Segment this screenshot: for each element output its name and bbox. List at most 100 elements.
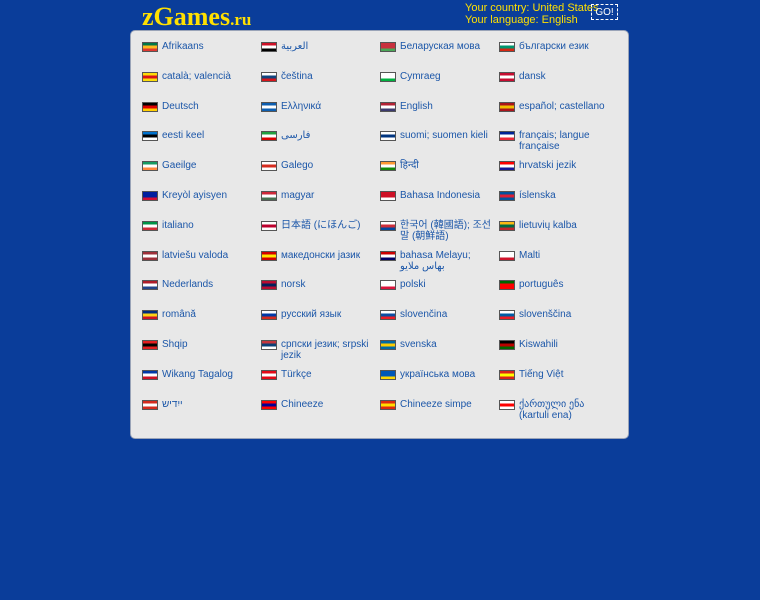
language-link[interactable]: Malti [499, 250, 615, 261]
language-label: Wikang Tagalog [162, 369, 233, 380]
language-link[interactable]: Afrikaans [142, 41, 258, 52]
logo-domain: .ru [230, 10, 252, 29]
language-link[interactable]: Wikang Tagalog [142, 369, 258, 380]
language-link[interactable]: lietuvių kalba [499, 220, 615, 231]
language-link[interactable]: norsk [261, 279, 377, 290]
flag-icon [380, 400, 396, 410]
flag-icon [261, 280, 277, 290]
language-label: Ελληνικά [281, 101, 322, 112]
language-link[interactable]: eesti keel [142, 130, 258, 141]
language-link[interactable]: Ελληνικά [261, 101, 377, 112]
flag-icon [261, 131, 277, 141]
language-label: norsk [281, 279, 306, 290]
language-line: Your language: English [465, 14, 578, 26]
flag-icon [380, 280, 396, 290]
language-link[interactable]: български език [499, 41, 615, 52]
language-link[interactable]: ייִדיש [142, 399, 258, 410]
flag-icon [142, 102, 158, 112]
language-label: हिन्दी [400, 160, 419, 171]
language-label: hrvatski jezik [519, 160, 577, 171]
language-link[interactable]: català; valencià [142, 71, 258, 82]
language-link[interactable]: slovenčina [380, 309, 496, 320]
language-label: català; valencià [162, 71, 231, 82]
language-link[interactable]: português [499, 279, 615, 290]
language-link[interactable]: فارسی [261, 130, 377, 141]
language-link[interactable]: Bahasa Indonesia [380, 190, 496, 201]
language-link[interactable]: español; castellano [499, 101, 615, 112]
language-label: svenska [400, 339, 437, 350]
flag-icon [499, 72, 515, 82]
language-link[interactable]: српски језик; srpski jezik [261, 339, 377, 361]
flag-icon [499, 370, 515, 380]
flag-icon [499, 102, 515, 112]
language-link[interactable]: íslenska [499, 190, 615, 201]
language-link[interactable]: Kreyòl ayisyen [142, 190, 258, 201]
flag-icon [261, 102, 277, 112]
language-link[interactable]: Tiếng Việt [499, 369, 615, 380]
language-link[interactable]: العربية [261, 41, 377, 52]
language-link[interactable]: Nederlands [142, 279, 258, 290]
language-link[interactable]: Cymraeg [380, 71, 496, 82]
language-link[interactable]: 한국어 (韓國語); 조선말 (朝鮮語) [380, 220, 496, 242]
flag-icon [380, 191, 396, 201]
flag-icon [499, 161, 515, 171]
language-label: Chineeze [281, 399, 324, 410]
language-link[interactable]: Chineeze simpe [380, 399, 496, 410]
language-link[interactable]: slovenščina [499, 309, 615, 320]
language-link[interactable]: Deutsch [142, 101, 258, 112]
language-link[interactable]: Türkçe [261, 369, 377, 380]
flag-icon [499, 42, 515, 52]
locale-info: Your country: United States Your languag… [465, 2, 599, 26]
flag-icon [380, 310, 396, 320]
language-label: română [162, 309, 196, 320]
language-link[interactable]: Gaeilge [142, 160, 258, 171]
language-link[interactable]: bahasa Melayu; بهاس ملايو [380, 250, 496, 272]
flag-icon [261, 161, 277, 171]
language-link[interactable]: македонски јазик [261, 250, 377, 261]
language-link[interactable]: čeština [261, 71, 377, 82]
flag-icon [261, 370, 277, 380]
language-link[interactable]: русский язык [261, 309, 377, 320]
language-link[interactable]: English [380, 101, 496, 112]
language-link[interactable]: 日本語 (にほんご) [261, 220, 377, 231]
language-label: magyar [281, 190, 315, 201]
flag-icon [142, 221, 158, 231]
language-link[interactable]: magyar [261, 190, 377, 201]
flag-icon [142, 340, 158, 350]
language-label: latviešu valoda [162, 250, 229, 261]
flag-icon [261, 400, 277, 410]
language-link[interactable]: Galego [261, 160, 377, 171]
language-link[interactable]: Shqip [142, 339, 258, 350]
language-label: eesti keel [162, 130, 205, 141]
flag-icon [142, 251, 158, 261]
language-label: Afrikaans [162, 41, 204, 52]
language-link[interactable]: ქართული ენა (kartuli ena) [499, 399, 615, 421]
flag-icon [142, 310, 158, 320]
flag-icon [499, 251, 515, 261]
flag-icon [380, 131, 396, 141]
language-link[interactable]: latviešu valoda [142, 250, 258, 261]
language-label: Cymraeg [400, 71, 441, 82]
language-link[interactable]: suomi; suomen kieli [380, 130, 496, 141]
language-label: українська мова [400, 369, 476, 380]
language-label: français; langue française [519, 130, 590, 152]
language-link[interactable]: हिन्दी [380, 160, 496, 171]
go-button[interactable]: GO! [591, 4, 618, 20]
language-link[interactable]: svenska [380, 339, 496, 350]
language-label: македонски јазик [281, 250, 361, 261]
language-link[interactable]: українська мова [380, 369, 496, 380]
language-label: íslenska [519, 190, 556, 201]
language-link[interactable]: română [142, 309, 258, 320]
language-link[interactable]: polski [380, 279, 496, 290]
language-label: slovenčina [400, 309, 448, 320]
language-link[interactable]: hrvatski jezik [499, 160, 615, 171]
language-label: 日本語 (にほんご) [281, 220, 361, 231]
language-link[interactable]: Kiswahili [499, 339, 615, 350]
language-link[interactable]: Chineeze [261, 399, 377, 410]
language-link[interactable]: français; langue française [499, 130, 615, 152]
language-link[interactable]: italiano [142, 220, 258, 231]
language-link[interactable]: dansk [499, 71, 615, 82]
language-label: Deutsch [162, 101, 199, 112]
flag-icon [261, 310, 277, 320]
language-link[interactable]: Беларуская мова [380, 41, 496, 52]
